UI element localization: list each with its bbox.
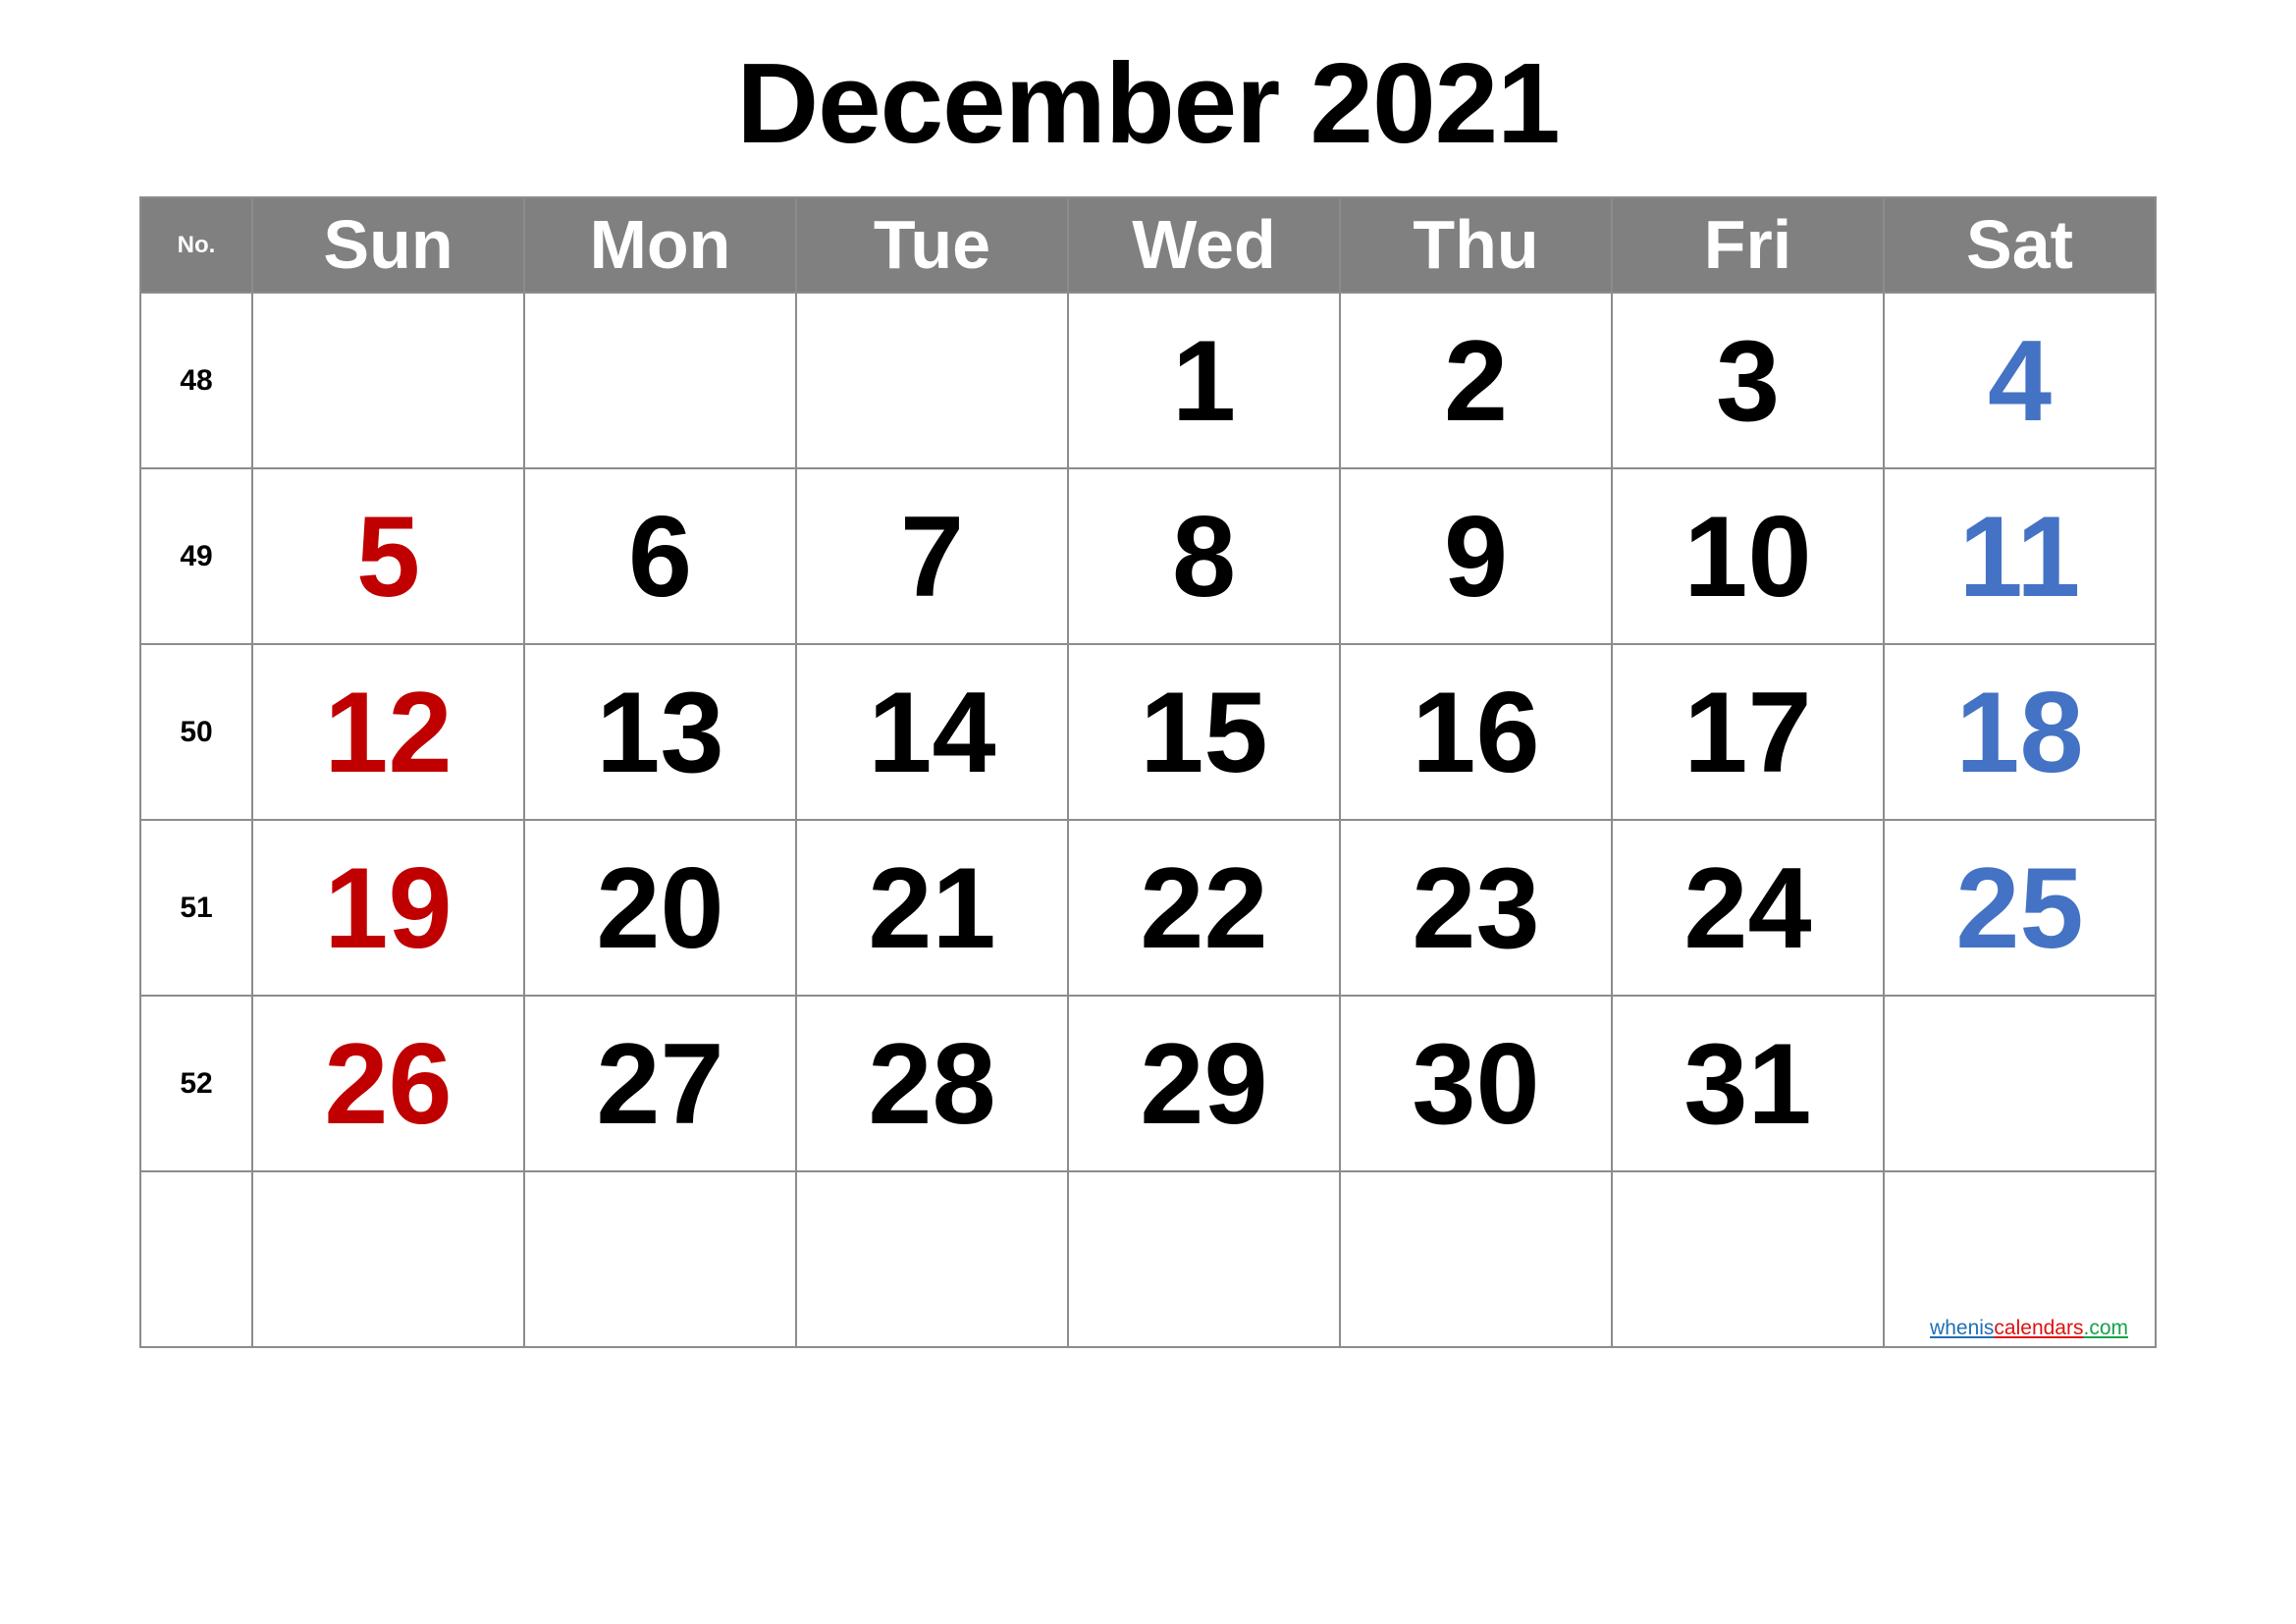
day-cell: 23	[1339, 819, 1613, 997]
weekday-header-tue: Tue	[795, 196, 1069, 294]
week-row: 50 12 13 14 15 16 17 18	[139, 643, 2157, 821]
day-cell: 9	[1339, 467, 1613, 645]
weekday-header-mon: Mon	[523, 196, 797, 294]
week-number	[139, 1170, 253, 1348]
day-cell: 4	[1883, 292, 2157, 469]
day-cell	[523, 292, 797, 469]
day-cell: 11	[1883, 467, 2157, 645]
day-cell: 20	[523, 819, 797, 997]
day-cell	[1883, 995, 2157, 1172]
link-part-whenis: whenis	[1930, 1317, 1995, 1339]
week-number: 52	[139, 995, 253, 1172]
weekday-header-fri: Fri	[1611, 196, 1885, 294]
link-part-com: .com	[2083, 1317, 2128, 1339]
day-cell: 8	[1067, 467, 1341, 645]
day-cell: 10	[1611, 467, 1885, 645]
calendar-grid: No. Sun Mon Tue Wed Thu Fri Sat 48 1 2 3…	[139, 196, 2157, 1348]
day-cell: 22	[1067, 819, 1341, 997]
week-number-header: No.	[139, 196, 253, 294]
day-cell: 5	[251, 467, 525, 645]
day-cell: 31	[1611, 995, 1885, 1172]
week-number: 48	[139, 292, 253, 469]
website-link[interactable]: wheniscalendars.com	[1930, 1317, 2128, 1340]
day-cell: 6	[523, 467, 797, 645]
day-cell: 16	[1339, 643, 1613, 821]
day-cell	[251, 292, 525, 469]
week-row: 51 19 20 21 22 23 24 25	[139, 819, 2157, 997]
weekday-header-sat: Sat	[1883, 196, 2157, 294]
day-cell	[251, 1170, 525, 1348]
week-row: 49 5 6 7 8 9 10 11	[139, 467, 2157, 645]
day-cell: 19	[251, 819, 525, 997]
week-row: 52 26 27 28 29 30 31	[139, 995, 2157, 1172]
day-cell	[1611, 1170, 1885, 1348]
day-cell: 17	[1611, 643, 1885, 821]
week-row: wheniscalendars.com	[139, 1170, 2157, 1348]
week-row: 48 1 2 3 4	[139, 292, 2157, 469]
weekday-header-sun: Sun	[251, 196, 525, 294]
day-cell	[795, 1170, 1069, 1348]
link-part-calendars: calendars	[1994, 1317, 2084, 1339]
day-cell: 27	[523, 995, 797, 1172]
day-cell: 12	[251, 643, 525, 821]
day-cell: 14	[795, 643, 1069, 821]
day-cell	[1339, 1170, 1613, 1348]
day-cell: 15	[1067, 643, 1341, 821]
day-cell: 30	[1339, 995, 1613, 1172]
day-cell	[795, 292, 1069, 469]
day-cell: 21	[795, 819, 1069, 997]
day-cell: 28	[795, 995, 1069, 1172]
day-cell: 24	[1611, 819, 1885, 997]
day-cell: 13	[523, 643, 797, 821]
day-cell	[523, 1170, 797, 1348]
day-cell	[1067, 1170, 1341, 1348]
week-number: 49	[139, 467, 253, 645]
day-cell: 7	[795, 467, 1069, 645]
day-cell: 18	[1883, 643, 2157, 821]
calendar-title: December 2021	[736, 39, 1560, 167]
week-number: 50	[139, 643, 253, 821]
weekday-header-row: No. Sun Mon Tue Wed Thu Fri Sat	[139, 196, 2157, 294]
day-cell: 1	[1067, 292, 1341, 469]
day-cell: 3	[1611, 292, 1885, 469]
day-cell: 29	[1067, 995, 1341, 1172]
week-number: 51	[139, 819, 253, 997]
weekday-header-thu: Thu	[1339, 196, 1613, 294]
weekday-header-wed: Wed	[1067, 196, 1341, 294]
day-cell: 2	[1339, 292, 1613, 469]
day-cell: 26	[251, 995, 525, 1172]
day-cell: 25	[1883, 819, 2157, 997]
day-cell: wheniscalendars.com	[1883, 1170, 2157, 1348]
